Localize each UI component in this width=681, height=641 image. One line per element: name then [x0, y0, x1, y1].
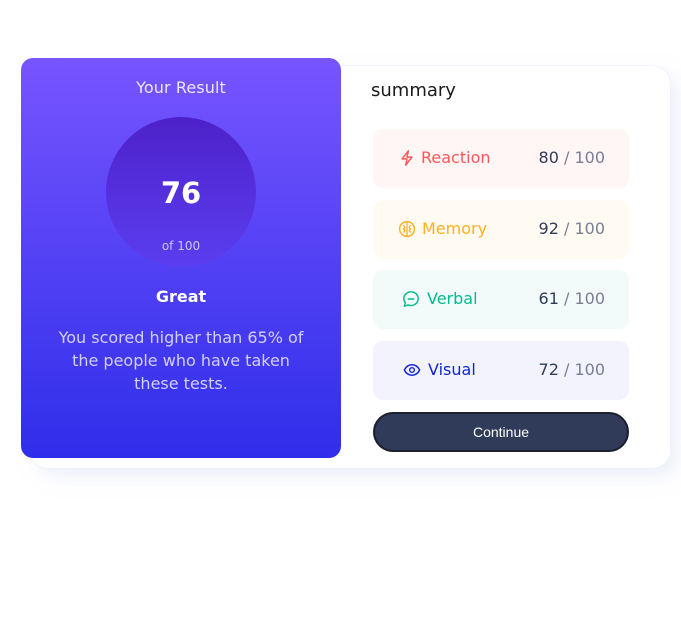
summary-item-visual: Visual 72 / 100	[373, 341, 629, 400]
continue-button[interactable]: Continue	[373, 412, 629, 452]
score-value: 76	[160, 176, 202, 210]
summary-item-score: 92 / 100	[538, 219, 605, 238]
summary-item-label: Verbal	[427, 289, 478, 308]
summary-item-reaction: Reaction 80 / 100	[373, 129, 629, 188]
rating-label: Great	[155, 287, 207, 306]
summary-item-memory: Memory 92 / 100	[373, 200, 629, 259]
brain-icon	[398, 220, 416, 238]
summary-item-label: Memory	[422, 219, 488, 238]
summary-item-verbal: Verbal 61 / 100	[373, 270, 629, 329]
summary-item-label: Reaction	[421, 148, 491, 167]
summary-item-score: 72 / 100	[538, 360, 605, 379]
summary-item-score: 61 / 100	[538, 289, 605, 308]
summary-item-score: 80 / 100	[538, 148, 605, 167]
result-description: You scored higher than 65% of the people…	[58, 328, 304, 393]
summary-title: summary	[371, 80, 456, 101]
chat-bubble-icon	[402, 290, 420, 308]
eye-icon	[403, 361, 421, 379]
summary-item-label: Visual	[428, 360, 476, 379]
result-title: Your Result	[136, 78, 226, 97]
score-out-of: of 100	[161, 239, 201, 253]
result-panel: Your Result 76 of 100 Great You scored h…	[21, 58, 341, 458]
lightning-icon	[398, 149, 416, 167]
